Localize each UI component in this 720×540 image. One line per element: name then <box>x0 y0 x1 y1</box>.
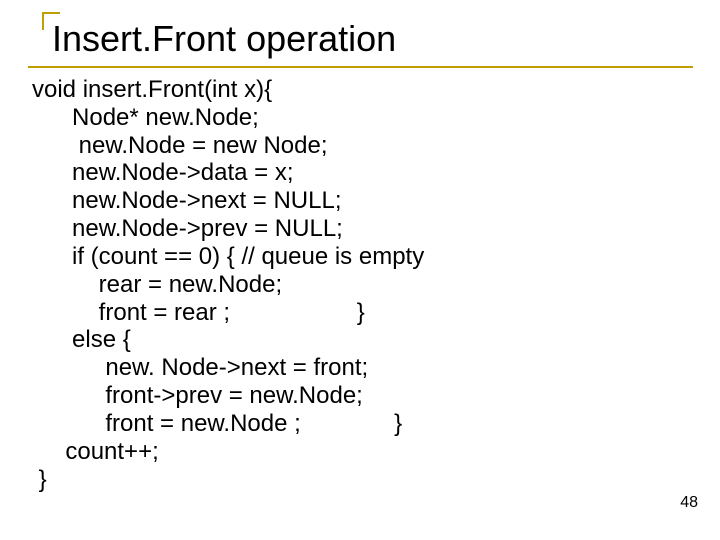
code-line: new.Node = new Node; <box>32 132 328 159</box>
title-underline <box>28 66 693 68</box>
slide-title: Insert.Front operation <box>52 18 692 60</box>
code-line: Node* new.Node; <box>32 104 259 131</box>
code-line: void insert.Front(int x){ <box>32 76 272 103</box>
code-line: front = new.Node ; } <box>32 410 402 437</box>
title-block: Insert.Front operation <box>42 12 692 64</box>
code-line: new.Node->data = x; <box>32 159 294 186</box>
code-line: if (count == 0) { // queue is empty <box>32 243 424 270</box>
code-line: front->prev = new.Node; <box>32 382 363 409</box>
code-line: new. Node->next = front; <box>32 354 368 381</box>
corner-decoration <box>42 12 60 30</box>
code-line: new.Node->prev = NULL; <box>32 215 343 242</box>
code-line: rear = new.Node; <box>32 271 282 298</box>
code-line: front = rear ; } <box>32 299 365 326</box>
page-number: 48 <box>680 494 698 512</box>
code-line: new.Node->next = NULL; <box>32 187 342 214</box>
code-line: else { <box>32 326 131 353</box>
code-block: void insert.Front(int x){ Node* new.Node… <box>32 76 692 493</box>
code-line: count++; <box>32 438 159 465</box>
slide: Insert.Front operation void insert.Front… <box>0 0 720 540</box>
code-line: } <box>32 466 47 493</box>
